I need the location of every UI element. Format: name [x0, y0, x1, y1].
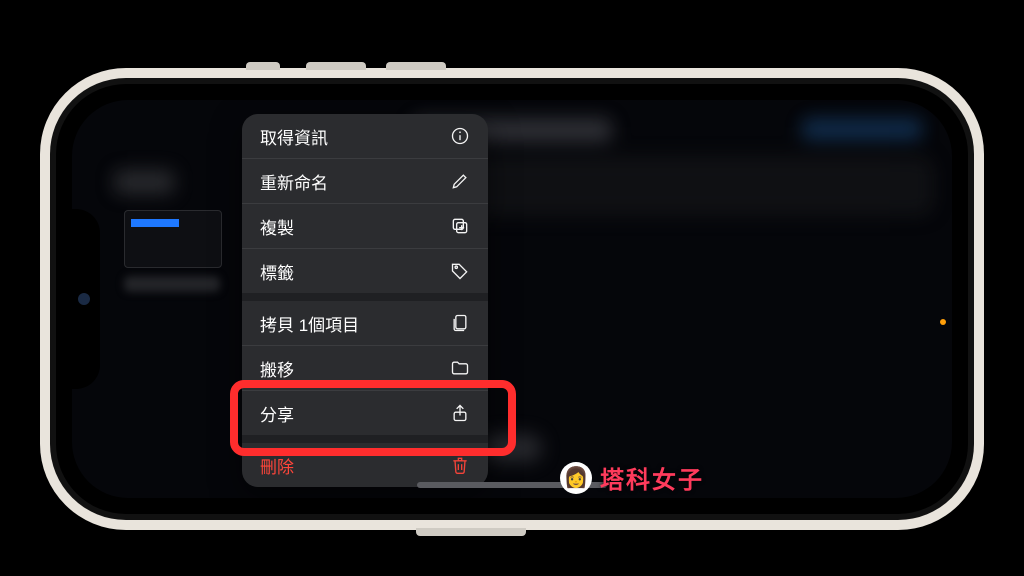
menu-item-duplicate[interactable]: 複製 — [242, 203, 488, 248]
menu-item-label: 分享 — [260, 401, 294, 426]
camera-dot — [78, 293, 90, 305]
menu-item-label: 標籤 — [260, 259, 294, 284]
menu-item-label: 拷貝 1個項目 — [260, 311, 359, 336]
menu-item-rename[interactable]: 重新命名 — [242, 158, 488, 203]
blurred-background — [72, 100, 952, 498]
menu-item-get-info[interactable]: 取得資訊 — [242, 114, 488, 158]
trash-icon — [450, 455, 470, 475]
watermark: 👩 塔科女子 — [560, 460, 704, 495]
share-icon — [450, 403, 470, 423]
pencil-icon — [450, 171, 470, 191]
menu-item-copy[interactable]: 拷貝 1個項目 — [242, 301, 488, 345]
menu-item-delete[interactable]: 刪除 — [242, 443, 488, 487]
file-thumbnail[interactable] — [124, 210, 222, 268]
watermark-text: 塔科女子 — [600, 460, 704, 495]
menu-item-label: 取得資訊 — [260, 124, 328, 149]
phone-frame: 取得資訊 重新命名 複製 標籤 — [56, 84, 968, 514]
folder-icon — [450, 358, 470, 378]
info-icon — [450, 126, 470, 146]
menu-item-move[interactable]: 搬移 — [242, 345, 488, 390]
menu-item-share[interactable]: 分享 — [242, 390, 488, 435]
menu-item-tags[interactable]: 標籤 — [242, 248, 488, 293]
watermark-avatar: 👩 — [560, 462, 592, 494]
menu-separator — [242, 435, 488, 443]
tag-icon — [450, 261, 470, 281]
menu-item-label: 重新命名 — [260, 169, 328, 194]
menu-item-label: 複製 — [260, 214, 294, 239]
file-thumbnail-caption — [124, 276, 220, 292]
copy-icon — [450, 313, 470, 333]
power-button — [416, 528, 526, 536]
duplicate-icon — [450, 216, 470, 236]
microphone-indicator-dot — [940, 319, 946, 325]
menu-item-label: 搬移 — [260, 356, 294, 381]
context-menu: 取得資訊 重新命名 複製 標籤 — [242, 114, 488, 487]
menu-separator — [242, 293, 488, 301]
screen: 取得資訊 重新命名 複製 標籤 — [72, 100, 952, 498]
menu-item-label: 刪除 — [260, 453, 294, 478]
